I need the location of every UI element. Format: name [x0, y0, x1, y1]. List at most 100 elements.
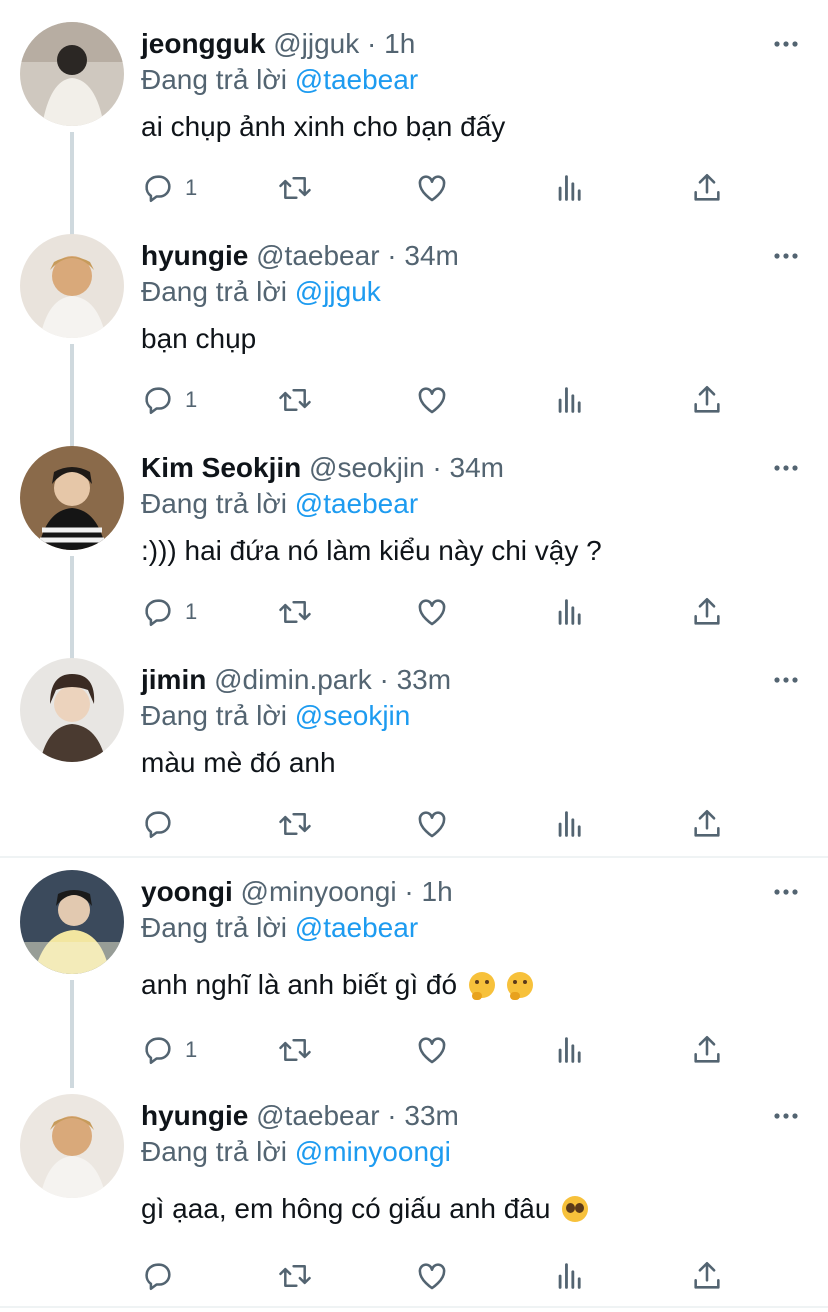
share-icon: [694, 385, 720, 413]
analytics-button[interactable]: [553, 380, 587, 420]
tweet[interactable]: jimin @dimin.park · 33m Đang trả lời @se…: [0, 636, 828, 856]
share-button[interactable]: [690, 804, 724, 844]
more-icon[interactable]: [772, 454, 800, 482]
mention-link[interactable]: @jjguk: [295, 276, 381, 307]
tweet[interactable]: hyungie @taebear · 33m Đang trả lời @min…: [0, 1072, 828, 1308]
reply-button[interactable]: [141, 1256, 185, 1296]
tweet-header: Kim Seokjin @seokjin · 34m: [141, 450, 504, 486]
like-button[interactable]: [415, 380, 449, 420]
share-button[interactable]: [690, 1030, 724, 1070]
reply-button[interactable]: 1: [141, 592, 197, 632]
like-icon: [418, 175, 446, 202]
more-icon[interactable]: [772, 242, 800, 270]
retweet-button[interactable]: [277, 592, 313, 632]
reply-button[interactable]: 1: [141, 380, 197, 420]
analytics-button[interactable]: [553, 1256, 587, 1296]
like-button[interactable]: [415, 1256, 449, 1296]
user-handle[interactable]: @minyoongi: [241, 876, 397, 907]
display-name[interactable]: jeongguk: [141, 28, 265, 59]
timestamp[interactable]: 33m: [397, 664, 451, 695]
retweet-button[interactable]: [277, 168, 313, 208]
timestamp[interactable]: 1h: [422, 876, 453, 907]
tweet[interactable]: Kim Seokjin @seokjin · 34m Đang trả lời …: [0, 424, 828, 636]
analytics-icon: [558, 175, 581, 201]
user-handle[interactable]: @dimin.park: [214, 664, 372, 695]
retweet-button[interactable]: [277, 380, 313, 420]
separator-dot: ·: [367, 28, 377, 59]
like-button[interactable]: [415, 804, 449, 844]
mention-link[interactable]: @taebear: [295, 488, 418, 519]
user-handle[interactable]: @jjguk: [273, 28, 359, 59]
like-button[interactable]: [415, 1030, 449, 1070]
reply-icon: [145, 811, 171, 839]
tweet-header: yoongi @minyoongi · 1h: [141, 874, 453, 910]
like-icon: [418, 811, 446, 838]
user-handle[interactable]: @taebear: [256, 1100, 379, 1131]
action-bar: 1: [0, 592, 828, 632]
timestamp[interactable]: 34m: [404, 240, 458, 271]
action-bar: 1: [0, 168, 828, 208]
like-icon: [418, 1263, 446, 1290]
replying-to: Đang trả lời @jjguk: [141, 274, 381, 310]
display-name[interactable]: jimin: [141, 664, 206, 695]
reply-button[interactable]: [141, 804, 185, 844]
like-button[interactable]: [415, 592, 449, 632]
retweet-button[interactable]: [277, 1030, 313, 1070]
share-icon: [694, 809, 720, 837]
tweet-text: gì ạaa, em hông có giấu anh đâu: [141, 1190, 589, 1228]
more-icon[interactable]: [772, 878, 800, 906]
tweet-text: bạn chụp: [141, 323, 257, 354]
analytics-icon: [558, 1263, 581, 1289]
tweet-text: ai chụp ảnh xinh cho bạn đấy: [141, 111, 506, 142]
like-button[interactable]: [415, 168, 449, 208]
user-handle[interactable]: @taebear: [256, 240, 379, 271]
mention-link[interactable]: @seokjin: [295, 700, 411, 731]
mention-link[interactable]: @minyoongi: [295, 1136, 451, 1167]
avatar[interactable]: [20, 870, 124, 974]
display-name[interactable]: hyungie: [141, 240, 248, 271]
user-handle[interactable]: @seokjin: [309, 452, 425, 483]
analytics-button[interactable]: [553, 804, 587, 844]
display-name[interactable]: Kim Seokjin: [141, 452, 301, 483]
share-icon: [694, 173, 720, 201]
reply-button[interactable]: 1: [141, 168, 197, 208]
timestamp[interactable]: 1h: [384, 28, 415, 59]
separator-dot: ·: [387, 240, 397, 271]
replying-to: Đang trả lời @taebear: [141, 910, 418, 946]
analytics-button[interactable]: [553, 1030, 587, 1070]
display-name[interactable]: yoongi: [141, 876, 233, 907]
more-icon[interactable]: [772, 1102, 800, 1130]
more-icon[interactable]: [772, 30, 800, 58]
avatar[interactable]: [20, 22, 124, 126]
timestamp[interactable]: 33m: [404, 1100, 458, 1131]
analytics-button[interactable]: [553, 168, 587, 208]
analytics-button[interactable]: [553, 592, 587, 632]
retweet-icon: [279, 813, 311, 835]
more-icon[interactable]: [772, 666, 800, 694]
mention-link[interactable]: @taebear: [295, 64, 418, 95]
tweet-text: :))) hai đứa nó làm kiểu này chi vậy ?: [141, 535, 602, 566]
like-icon: [418, 1037, 446, 1064]
share-button[interactable]: [690, 168, 724, 208]
tweet[interactable]: hyungie @taebear · 34m Đang trả lời @jjg…: [0, 212, 828, 424]
mention-link[interactable]: @taebear: [295, 912, 418, 943]
avatar[interactable]: [20, 1094, 124, 1198]
reply-button[interactable]: 1: [141, 1030, 197, 1070]
avatar[interactable]: [20, 234, 124, 338]
share-button[interactable]: [690, 592, 724, 632]
display-name[interactable]: hyungie: [141, 1100, 248, 1131]
reply-icon: [145, 1263, 171, 1291]
avatar[interactable]: [20, 658, 124, 762]
share-button[interactable]: [690, 1256, 724, 1296]
replying-label: Đang trả lời: [141, 700, 287, 731]
retweet-button[interactable]: [277, 804, 313, 844]
tweet[interactable]: yoongi @minyoongi · 1h Đang trả lời @tae…: [0, 848, 828, 1065]
avatar[interactable]: [20, 446, 124, 550]
timestamp[interactable]: 34m: [450, 452, 504, 483]
separator-dot: ·: [404, 876, 414, 907]
share-button[interactable]: [690, 380, 724, 420]
tweet[interactable]: jeongguk @jjguk · 1h Đang trả lời @taebe…: [0, 0, 828, 212]
retweet-button[interactable]: [277, 1256, 313, 1296]
replying-label: Đang trả lời: [141, 912, 287, 943]
reply-icon: [145, 387, 171, 415]
